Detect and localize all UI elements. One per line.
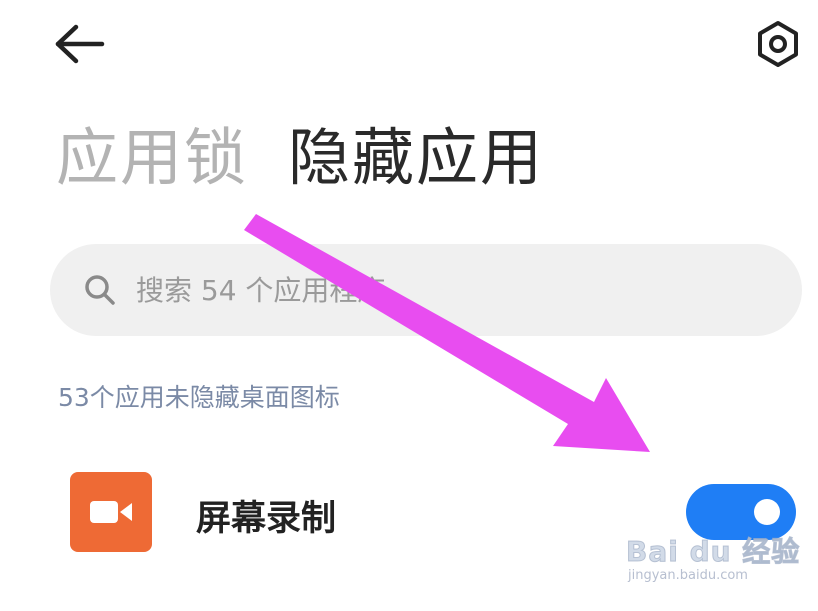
video-camera-icon [90, 501, 132, 523]
tab-bar: 应用锁 隐藏应用 [56, 118, 544, 198]
tab-app-lock[interactable]: 应用锁 [56, 118, 248, 198]
back-button[interactable] [52, 22, 108, 66]
settings-button[interactable] [752, 18, 804, 70]
app-lock-hidden-apps-screen: 应用锁 隐藏应用 53个应用未隐藏桌面图标 屏幕录制 Bai du 经验 jin… [0, 0, 818, 611]
arrow-left-icon [55, 24, 105, 64]
hexagon-gear-icon [758, 21, 798, 67]
search-icon [80, 270, 120, 310]
hide-app-toggle[interactable] [686, 484, 796, 540]
toggle-knob [754, 499, 780, 525]
tab-hidden-apps[interactable]: 隐藏应用 [288, 118, 544, 198]
search-bar[interactable] [50, 244, 802, 336]
watermark-url: jingyan.baidu.com [628, 568, 748, 583]
search-input[interactable] [136, 260, 696, 320]
list-item: 屏幕录制 [0, 458, 818, 570]
section-label: 53个应用未隐藏桌面图标 [58, 383, 340, 412]
app-name: 屏幕录制 [196, 499, 337, 539]
app-icon [70, 472, 152, 552]
